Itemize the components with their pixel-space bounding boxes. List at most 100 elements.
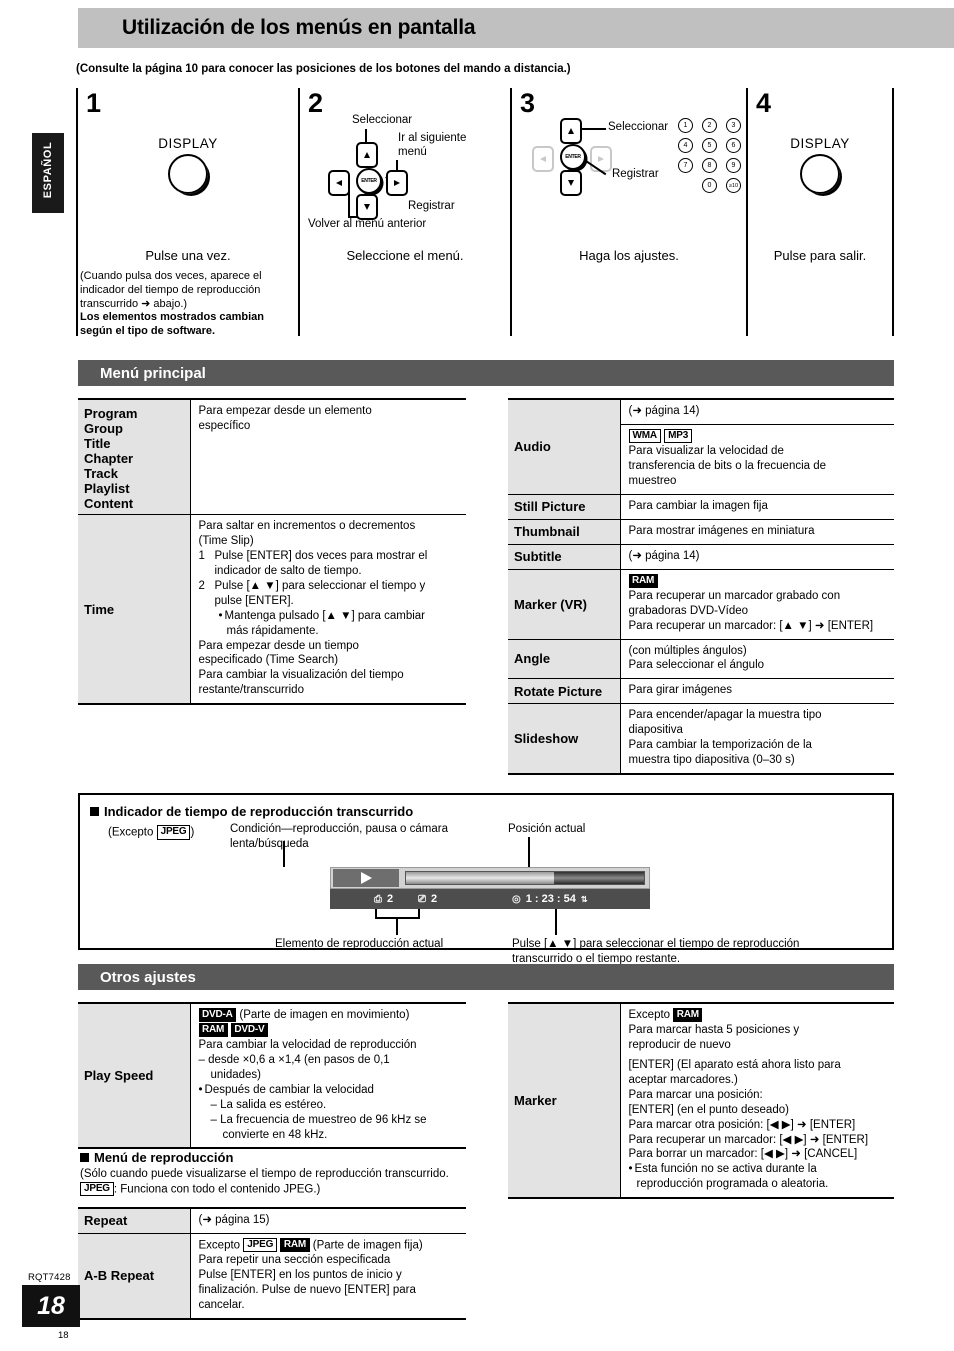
- numpad-key-9[interactable]: 9: [726, 158, 741, 173]
- osd-note-condition: Condición—reproducción, pausa o cámara l…: [230, 822, 490, 852]
- table-row: A-B Repeat Excepto JPEG RAM (Parte de im…: [78, 1233, 466, 1319]
- time-bold-head-1: Para saltar en incrementos o decrementos: [198, 520, 416, 532]
- play-speed-dash2: – La salida es estéreo.: [210, 1098, 327, 1111]
- page-number-small: 18: [58, 1330, 69, 1341]
- menu-item-marker-vr-label: Marker (VR): [508, 569, 620, 640]
- repeat-table: Repeat (➜ página 15) A-B Repeat Excepto …: [78, 1207, 466, 1320]
- time-bold3-line1: Para cambiar la visualización del tiempo: [198, 669, 404, 682]
- steps-row: 1 DISPLAY Pulse una vez. (Cuando pulsa d…: [76, 88, 894, 337]
- numpad-key-0[interactable]: 0: [702, 178, 717, 193]
- display-button-label-4: DISPLAY: [790, 136, 850, 151]
- osd-note-press: Pulse [▲ ▼] para seleccionar el tiempo d…: [512, 937, 892, 967]
- menu-item-ab-repeat: A-B Repeat: [84, 1268, 155, 1284]
- callout-condition: [283, 841, 285, 867]
- osd-chapter-info: ⎚ 2: [418, 893, 437, 905]
- time-step-2-text: Pulse [▲ ▼] para seleccionar el tiempo y…: [215, 579, 426, 639]
- numpad-key-1[interactable]: 1: [678, 118, 693, 133]
- menu-item-description: Para empezar desde un elemento específic…: [189, 399, 466, 515]
- time-bullet-line1: Mantenga pulsado [▲ ▼] para cambiar: [219, 610, 426, 622]
- menu-item-thumbnail-label: Thumbnail: [508, 519, 620, 545]
- triangle-down-icon: [364, 204, 370, 210]
- still-picture-description: Para cambiar la imagen fija: [619, 494, 894, 520]
- cursor-left-key-3[interactable]: [532, 146, 554, 172]
- osd-time-value: 1 : 23 : 54: [525, 893, 576, 905]
- osd-heading-label: Indicador de tiempo de reproducción tran…: [104, 804, 414, 819]
- play-speed-badge-row-2: RAM DVD-V: [198, 1023, 461, 1038]
- marker-vr-line2: grabadoras DVD-Vídeo: [628, 604, 749, 617]
- menu-item-time: Time: [84, 601, 115, 617]
- osd-excepto-suffix: ): [190, 826, 195, 839]
- step-1-note-line1: (Cuando pulsa dos veces, aparece el: [80, 270, 262, 282]
- slideshow-line4: muestra tipo diapositiva (0–30 s): [628, 754, 795, 767]
- play-speed-description: DVD-A (Parte de imagen en movimiento) RA…: [189, 1003, 466, 1149]
- marker-p3: [ENTER] (en el punto deseado): [628, 1103, 789, 1116]
- step-3-caption: Haga los ajustes.: [579, 248, 679, 263]
- ab-repeat-description: Excepto JPEG RAM (Parte de imagen fija) …: [189, 1233, 466, 1319]
- cursor-down-key-3[interactable]: [560, 170, 582, 196]
- table-row: Repeat (➜ página 15): [78, 1208, 466, 1234]
- time-bold-head-2: (Time Slip): [198, 534, 254, 547]
- numpad-key-5[interactable]: 5: [702, 138, 717, 153]
- time-step-1-line2: indicador de salto de tiempo.: [214, 564, 362, 577]
- play-speed-dash3-line2: convierte en 48 kHz.: [222, 1128, 328, 1141]
- numpad-key-7[interactable]: 7: [678, 158, 693, 173]
- badge-ram-play-speed: RAM: [198, 1023, 228, 1037]
- menu-reproduccion-note-line1: (Sólo cuando puede visualizarse el tiemp…: [80, 1168, 449, 1180]
- menu-item-subtitle-label: Subtitle: [508, 544, 620, 570]
- menu-item-audio-label: Audio: [508, 399, 620, 495]
- menu-item-repeat: Repeat: [84, 1213, 128, 1229]
- badge-ram-marker: RAM: [673, 1008, 703, 1022]
- triangle-left-icon: [540, 156, 546, 162]
- display-button-circle-1: [168, 154, 208, 194]
- enter-key-2[interactable]: ENTER: [356, 168, 382, 194]
- marker-p4: Para marcar otra posición: [◀ ▶] ➜ [ENTE…: [628, 1118, 856, 1131]
- ab-repeat-excepto-row: Excepto JPEG RAM (Parte de imagen fija): [199, 1237, 461, 1253]
- time-step-1-line1: Pulse [ENTER] dos veces para mostrar el: [214, 549, 428, 562]
- step-1-note-line3: transcurrido ➜ abajo.): [80, 297, 188, 310]
- time-step-1-number: 1: [198, 549, 205, 562]
- cursor-down-key-2[interactable]: [356, 194, 378, 220]
- leader-line-up-2: [365, 129, 367, 143]
- menu-item-time-description: Para saltar en incrementos o decrementos…: [189, 514, 466, 705]
- step-1-note-bold1: Los elementos mostrados cambian: [80, 311, 264, 324]
- menu-item-still-picture-label: Still Picture: [508, 494, 620, 520]
- marker-p6: Para borrar un marcador: [◀ ▶] ➜ [CANCEL…: [628, 1148, 858, 1161]
- numpad-key-ten-plus[interactable]: ≥10: [726, 178, 741, 193]
- cursor-up-key-3[interactable]: [560, 118, 582, 144]
- menu-item-audio: Audio: [514, 439, 551, 455]
- audio-badges: WMA MP3: [628, 428, 889, 444]
- display-button-graphic-1: DISPLAY: [78, 136, 298, 194]
- numpad-key-3[interactable]: 3: [726, 118, 741, 133]
- enter-key-3[interactable]: ENTER: [560, 144, 586, 170]
- remote-reference-note: (Consulte la página 10 para conocer las …: [76, 63, 571, 75]
- desc-line-1: Para empezar desde un elemento: [198, 405, 372, 417]
- numpad-key-2[interactable]: 2: [702, 118, 717, 133]
- time-step-1-text: Pulse [ENTER] dos veces para mostrar el …: [215, 549, 428, 579]
- numpad-key-8[interactable]: 8: [702, 158, 717, 173]
- step-1-note-line2: indicador del tiempo de reproducción: [80, 283, 261, 296]
- ab-repeat-bold-line: Para repetir una sección especificada: [198, 1254, 391, 1267]
- elapsed-time-indicator-box: Indicador de tiempo de reproducción tran…: [78, 793, 894, 965]
- label-back-menu-2: Volver al menú anterior: [308, 218, 427, 230]
- cursor-left-key-2[interactable]: [328, 170, 350, 196]
- leader-line-select-3: [582, 128, 606, 130]
- numpad-key-4[interactable]: 4: [678, 138, 693, 153]
- badge-wma: WMA: [628, 428, 661, 444]
- menu-principal-left-table: Program Group Title Chapter Track Playli…: [78, 398, 466, 706]
- menu-item-play-speed-label: Play Speed: [78, 1003, 190, 1149]
- slideshow-line2: diapositiva: [628, 724, 683, 737]
- menu-item-play-speed: Play Speed: [84, 1068, 154, 1084]
- triangle-left-icon: [336, 180, 342, 186]
- numpad-key-6[interactable]: 6: [726, 138, 741, 153]
- badge-jpeg-osd: JPEG: [156, 825, 191, 840]
- cursor-right-key-2[interactable]: [386, 170, 408, 196]
- cursor-up-key-2[interactable]: [356, 142, 378, 168]
- cursor-right-key-3[interactable]: [590, 146, 612, 172]
- display-button-label-1: DISPLAY: [158, 136, 218, 151]
- menu-item-rotate-picture-label: Rotate Picture: [508, 678, 620, 705]
- step-2: 2 Seleccionar Ir al siguiente menú Regis…: [298, 88, 510, 336]
- step-3-number: 3: [520, 88, 536, 118]
- menu-item-program: Program: [84, 406, 138, 421]
- callout-item-bridge: [375, 917, 420, 919]
- ab-repeat-plain-2: finalización. Pulse de nuevo [ENTER] par…: [198, 1284, 416, 1297]
